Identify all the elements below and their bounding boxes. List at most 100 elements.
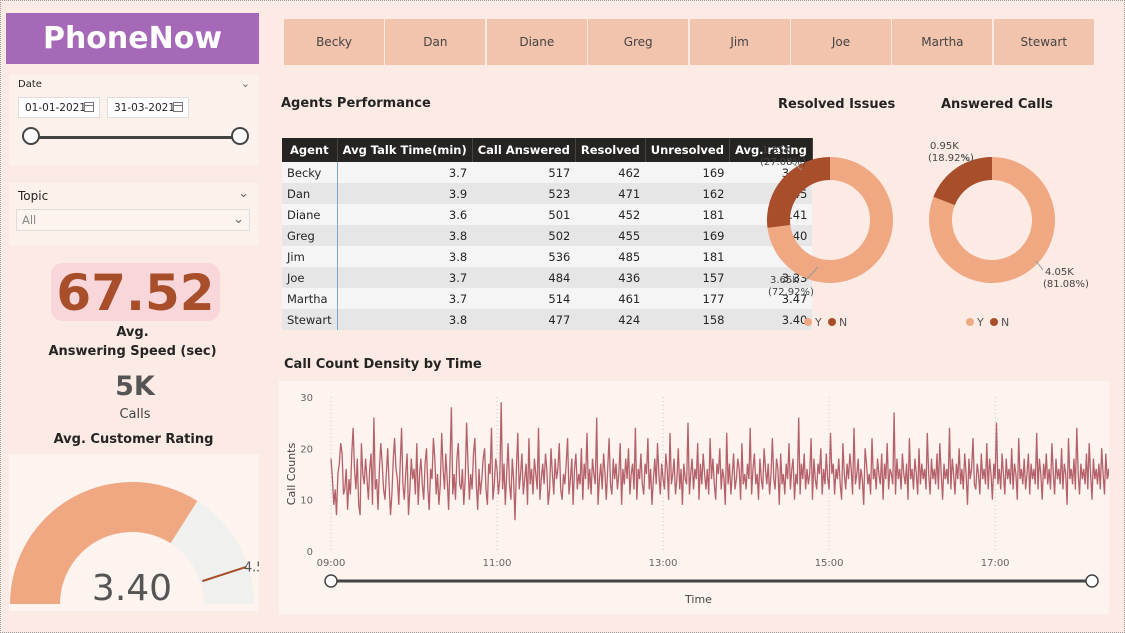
agent-tab-greg[interactable]: Greg <box>588 19 689 65</box>
agent-cell: Becky <box>282 162 338 183</box>
topic-slicer-label: Topic <box>18 189 49 203</box>
y-tick-label: 20 <box>300 444 313 455</box>
date-slicer-label: Date <box>18 79 42 90</box>
table-row: Stewart 3.8 477 424 158 3.40 <box>282 309 813 330</box>
value-cell: 3.7 <box>337 288 473 309</box>
topic-dropdown[interactable]: All ⌄ <box>16 209 250 231</box>
legend-marker-n <box>828 318 836 326</box>
rating-gauge-card: 4.50 3.40 <box>9 454 273 611</box>
donut-charts: 1.35K(27.08%) 3.65K(72.92%) Y N 0.95K(18.92%… <box>760 141 1089 329</box>
legend-marker-y <box>966 318 974 326</box>
calls-label: Calls <box>119 407 151 422</box>
chevron-down-icon[interactable]: ⌄ <box>238 186 249 201</box>
slice-value-label: 0.95K <box>930 141 959 152</box>
agent-cell: Stewart <box>282 309 338 330</box>
value-cell: 455 <box>575 225 646 246</box>
value-cell: 3.9 <box>337 183 473 204</box>
date-range-end-handle[interactable] <box>231 127 249 145</box>
y-tick-label: 10 <box>300 496 313 507</box>
topic-selected-value: All <box>22 213 37 227</box>
agent-tab-joe[interactable]: Joe <box>791 19 891 65</box>
value-cell: 169 <box>645 225 730 246</box>
column-header[interactable]: Resolved <box>575 138 646 162</box>
agent-tab-jim[interactable]: Jim <box>689 19 790 65</box>
value-cell: 3.8 <box>337 225 473 246</box>
slice-value-label: 4.05K <box>1045 267 1074 278</box>
slice-value-label: 3.65K <box>770 275 799 286</box>
topic-slicer[interactable]: Topic ⌄ All ⌄ <box>9 183 259 245</box>
slice-value-label: 1.35K <box>762 145 791 156</box>
y-tick-label: 0 <box>307 547 313 558</box>
value-cell: 514 <box>472 288 576 309</box>
value-cell: 461 <box>575 288 646 309</box>
column-header[interactable]: Unresolved <box>645 138 730 162</box>
agent-tab-dan[interactable]: Dan <box>385 19 486 65</box>
y-axis-label: Call Counts <box>285 443 298 506</box>
line-chart-title: Call Count Density by Time <box>284 357 482 372</box>
time-range-start-handle[interactable] <box>324 574 338 588</box>
time-range-end-handle[interactable] <box>1085 574 1099 588</box>
value-cell: 484 <box>472 267 576 288</box>
table-row: Jim3.85364851813.39 <box>282 246 813 267</box>
line-chart-card: 09:00 11:00 13:00 15:00 17:00 0 10 20 30 Call Cou… <box>279 381 1125 614</box>
value-cell: 485 <box>575 246 646 267</box>
value-cell: 471 <box>575 183 646 204</box>
legend-label-y: Y <box>976 316 984 329</box>
column-header[interactable]: Call Answered <box>472 138 576 162</box>
y-tick-label: 30 <box>300 393 313 404</box>
end-date-value: 31-03-2021 <box>114 101 176 114</box>
value-cell: 157 <box>645 267 730 288</box>
start-date-value: 01-01-2021 <box>25 101 87 114</box>
slice-pct-label: (72.92%) <box>768 287 814 298</box>
value-cell: 436 <box>575 267 646 288</box>
end-date-input[interactable]: 31-03-2021 <box>107 97 189 118</box>
agent-tab-diane[interactable]: Diane <box>486 19 587 65</box>
table-row: Diane 3.6 501 452 181 3.41 <box>282 204 813 225</box>
calendar-icon[interactable] <box>84 102 94 112</box>
table-header-row: Agent Avg Talk Time(min) Call Answered Reso… <box>282 138 813 162</box>
slice-pct-label: (18.92%) <box>928 153 974 164</box>
answering-speed-label-2: Answering Speed (sec) <box>48 344 217 359</box>
value-cell: 502 <box>472 225 576 246</box>
table-title: Agents Performance <box>281 96 431 111</box>
value-cell: 3.8 <box>337 246 473 267</box>
agent-cell: Martha <box>282 288 338 309</box>
answered-calls-title: Answered Calls <box>941 97 1053 112</box>
x-tick-label: 13:00 <box>649 558 678 569</box>
legend-label-y: Y <box>814 316 822 329</box>
table-row: Martha 3.7 514 461 177 3.47 <box>282 288 813 309</box>
value-cell: 517 <box>472 162 576 183</box>
value-cell: 3.7 <box>337 162 473 183</box>
value-cell: 181 <box>645 246 730 267</box>
series-line <box>330 402 1125 521</box>
value-cell: 3.8 <box>337 309 473 330</box>
agent-cell: Jim <box>282 246 338 267</box>
chevron-down-icon[interactable]: ⌄ <box>233 210 244 230</box>
value-cell: 169 <box>645 162 730 183</box>
slice-pct-label: (27.08%) <box>760 157 806 168</box>
date-range-track[interactable] <box>31 136 241 139</box>
legend-label-n: N <box>839 316 847 329</box>
table-row: Dan3.95234711623.45 <box>282 183 813 204</box>
calendar-icon[interactable] <box>173 102 183 112</box>
call-density-line-chart: 09:00 11:00 13:00 15:00 17:00 0 10 20 30 Call Cou… <box>285 393 1125 606</box>
gauge-target-label: 4.50 <box>244 561 259 576</box>
customer-rating-title: Avg. Customer Rating <box>53 432 214 447</box>
agent-cell: Joe <box>282 267 338 288</box>
x-tick-label: 15:00 <box>815 558 844 569</box>
column-header[interactable]: Avg Talk Time(min) <box>337 138 473 162</box>
value-cell: 181 <box>645 204 730 225</box>
chevron-down-icon[interactable]: ⌄ <box>241 77 250 90</box>
value-cell: 477 <box>472 309 576 330</box>
agent-tab-becky[interactable]: Becky <box>284 19 384 65</box>
date-range-start-handle[interactable] <box>22 127 40 145</box>
column-header[interactable]: Agent <box>282 138 338 162</box>
value-cell: 158 <box>645 309 730 330</box>
app-logo: PhoneNow <box>6 13 259 64</box>
agent-tab-martha[interactable]: Martha <box>892 19 993 65</box>
start-date-input[interactable]: 01-01-2021 <box>18 97 100 118</box>
date-slicer[interactable]: Date ⌄ 01-01-2021 31-03-2021 <box>9 75 259 165</box>
answering-speed-label: Avg. <box>116 325 149 340</box>
agent-tab-stewart[interactable]: Stewart <box>993 19 1094 65</box>
value-cell: 162 <box>645 183 730 204</box>
